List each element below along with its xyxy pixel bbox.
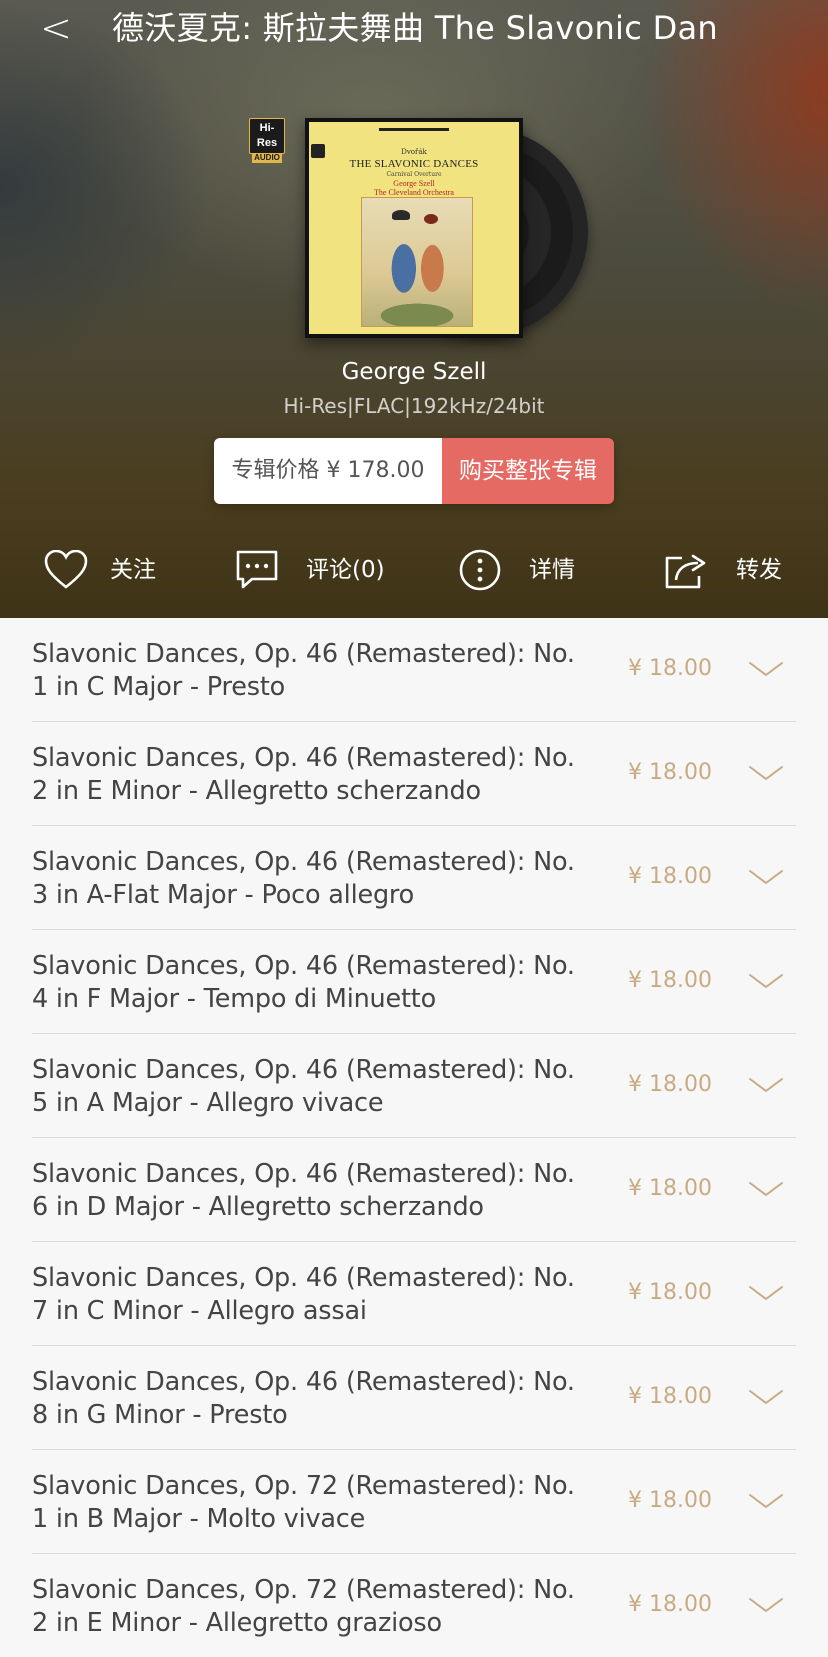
track-price[interactable]: ¥ 18.00 (628, 1174, 712, 1204)
chevron-down-icon[interactable] (746, 1382, 786, 1412)
cover-illustration (361, 197, 473, 327)
chevron-down-icon[interactable] (746, 1278, 786, 1308)
hires-audio-badge: Hi-Res AUDIO (249, 118, 285, 163)
track-price[interactable]: ¥ 18.00 (628, 1070, 712, 1100)
album-cover[interactable]: Dvořák THE SLAVONIC DANCES Carnival Over… (305, 118, 523, 338)
track-title: Slavonic Dances, Op. 72 (Remastered): No… (32, 1575, 575, 1638)
back-button[interactable]: < (34, 6, 78, 50)
track-title: Slavonic Dances, Op. 46 (Remastered): No… (32, 951, 575, 1014)
top-bar: < 德沃夏克: 斯拉夫舞曲 The Slavonic Dan (0, 0, 828, 56)
track-row[interactable]: Slavonic Dances, Op. 46 (Remastered): No… (32, 1346, 796, 1450)
track-row[interactable]: Slavonic Dances, Op. 46 (Remastered): No… (32, 930, 796, 1034)
details-button[interactable]: 详情 (459, 540, 575, 600)
track-price[interactable]: ¥ 18.00 (628, 1278, 712, 1308)
track-price[interactable]: ¥ 18.00 (628, 1590, 712, 1620)
album-header: < 德沃夏克: 斯拉夫舞曲 The Slavonic Dan Dvořák TH… (0, 0, 828, 618)
track-price[interactable]: ¥ 18.00 (628, 966, 712, 996)
track-title: Slavonic Dances, Op. 46 (Remastered): No… (32, 639, 575, 702)
track-list: Slavonic Dances, Op. 46 (Remastered): No… (0, 618, 828, 1657)
action-bar: 关注 评论(0) 详情 转发 (0, 540, 828, 600)
follow-button[interactable]: 关注 (44, 540, 156, 600)
track-row[interactable]: Slavonic Dances, Op. 46 (Remastered): No… (32, 722, 796, 826)
chevron-down-icon[interactable] (746, 758, 786, 788)
track-price[interactable]: ¥ 18.00 (628, 1486, 712, 1516)
share-icon (664, 550, 708, 590)
cover-title: THE SLAVONIC DANCES (349, 158, 479, 170)
comment-label: 评论(0) (306, 557, 385, 583)
artist-name[interactable]: George Szell (0, 356, 828, 388)
track-row[interactable]: Slavonic Dances, Op. 46 (Remastered): No… (32, 1034, 796, 1138)
hires-badge-line2: AUDIO (252, 153, 282, 163)
comment-icon (236, 549, 278, 591)
track-price[interactable]: ¥ 18.00 (628, 862, 712, 892)
cover-conductor: George Szell (393, 179, 435, 188)
track-title: Slavonic Dances, Op. 72 (Remastered): No… (32, 1471, 575, 1534)
album-price: 专辑价格 ¥ 178.00 (214, 438, 442, 504)
cover-credits: George Szell The Cleveland Orchestra (309, 179, 519, 197)
cover-orchestra: The Cleveland Orchestra (374, 188, 454, 197)
track-price[interactable]: ¥ 18.00 (628, 654, 712, 684)
follow-label: 关注 (110, 557, 156, 583)
details-label: 详情 (529, 557, 575, 583)
chevron-down-icon[interactable] (746, 654, 786, 684)
comment-button[interactable]: 评论(0) (236, 540, 385, 600)
chevron-down-icon[interactable] (746, 1590, 786, 1620)
track-row[interactable]: Slavonic Dances, Op. 46 (Remastered): No… (32, 826, 796, 930)
track-row[interactable]: Slavonic Dances, Op. 46 (Remastered): No… (32, 618, 796, 722)
share-label: 转发 (736, 557, 782, 583)
track-row[interactable]: Slavonic Dances, Op. 72 (Remastered): No… (32, 1450, 796, 1554)
cover-composer: Dvořák (401, 148, 427, 156)
track-title: Slavonic Dances, Op. 46 (Remastered): No… (32, 1367, 575, 1430)
share-button[interactable]: 转发 (664, 540, 782, 600)
chevron-down-icon[interactable] (746, 1486, 786, 1516)
cover-subtitle: Carnival Overture (386, 171, 442, 178)
chevron-down-icon[interactable] (746, 862, 786, 892)
chevron-down-icon[interactable] (746, 1174, 786, 1204)
track-price[interactable]: ¥ 18.00 (628, 1382, 712, 1412)
chevron-down-icon[interactable] (746, 966, 786, 996)
track-row[interactable]: Slavonic Dances, Op. 72 (Remastered): No… (32, 1554, 796, 1657)
track-row[interactable]: Slavonic Dances, Op. 46 (Remastered): No… (32, 1242, 796, 1346)
page-title: 德沃夏克: 斯拉夫舞曲 The Slavonic Dan (112, 9, 719, 47)
track-title: Slavonic Dances, Op. 46 (Remastered): No… (32, 1159, 575, 1222)
hires-badge-line1: Hi-Res (256, 122, 278, 149)
heart-icon (44, 550, 88, 590)
chevron-down-icon[interactable] (746, 1070, 786, 1100)
track-title: Slavonic Dances, Op. 46 (Remastered): No… (32, 743, 575, 806)
buy-album-button[interactable]: 购买整张专辑 (442, 438, 614, 504)
purchase-box: 专辑价格 ¥ 178.00 购买整张专辑 (214, 438, 614, 504)
track-title: Slavonic Dances, Op. 46 (Remastered): No… (32, 1055, 575, 1118)
more-info-icon (459, 549, 501, 591)
track-title: Slavonic Dances, Op. 46 (Remastered): No… (32, 847, 575, 910)
track-price[interactable]: ¥ 18.00 (628, 758, 712, 788)
track-title: Slavonic Dances, Op. 46 (Remastered): No… (32, 1263, 575, 1326)
audio-format: Hi-Res|FLAC|192kHz/24bit (283, 394, 545, 418)
track-row[interactable]: Slavonic Dances, Op. 46 (Remastered): No… (32, 1138, 796, 1242)
